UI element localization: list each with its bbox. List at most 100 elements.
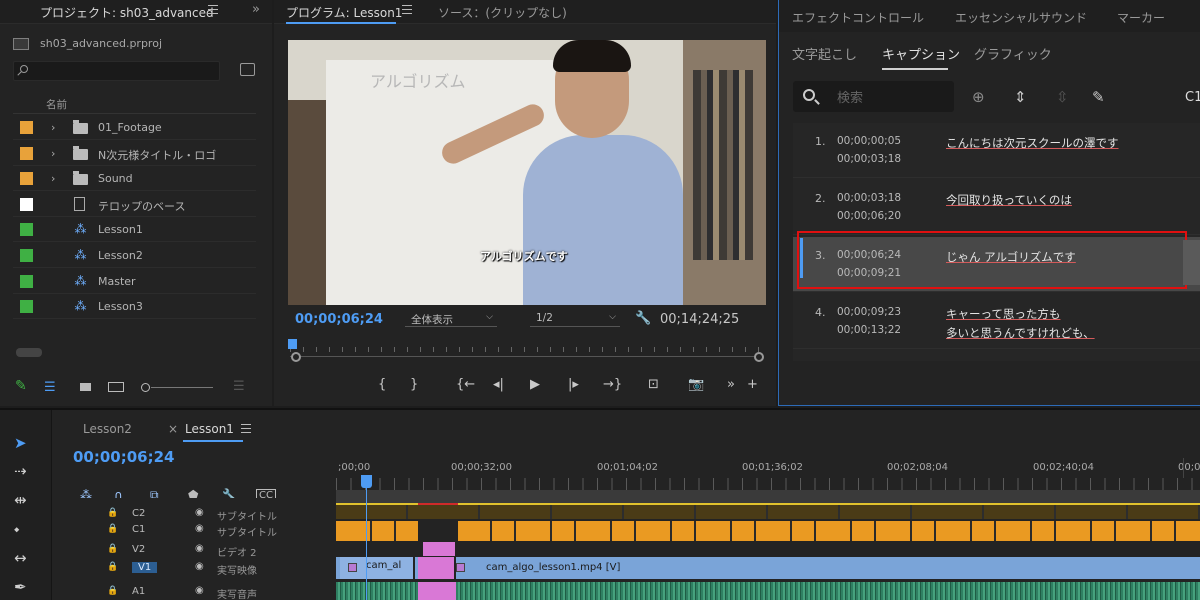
- slip-tool-icon[interactable]: ↔: [14, 549, 27, 567]
- track-id[interactable]: V2: [132, 544, 145, 555]
- zoom-slider-track[interactable]: [151, 387, 213, 388]
- project-search-input[interactable]: [13, 61, 220, 81]
- chevron-right-icon[interactable]: ›: [51, 147, 55, 160]
- label-color-swatch[interactable]: [20, 300, 33, 314]
- mark-in-icon[interactable]: {: [378, 377, 386, 392]
- wrench-icon[interactable]: 🔧: [635, 311, 651, 326]
- program-playhead[interactable]: [288, 339, 297, 349]
- track-id[interactable]: A1: [132, 586, 145, 597]
- label-color-swatch[interactable]: [20, 274, 33, 288]
- track-header[interactable]: 🔒 V2 ◉ ビデオ 2: [55, 542, 336, 560]
- label-color-swatch[interactable]: [20, 197, 33, 211]
- lock-icon[interactable]: 🔒: [107, 586, 118, 596]
- caption-text[interactable]: こんにちは次元スクールの澤です: [946, 134, 1119, 153]
- caption-row[interactable]: 1. 00;00;00;05 00;00;03;18 こんにちは次元スクールの澤です: [793, 123, 1200, 178]
- timeline-zoom-handle[interactable]: [1183, 458, 1200, 478]
- add-button-icon[interactable]: +: [747, 377, 758, 392]
- pencil-icon[interactable]: ✎: [15, 378, 27, 394]
- time-ruler[interactable]: ;00;00 00;00;32;00 00;01;04;02 00;01;36;02 0…: [336, 450, 1200, 490]
- project-item[interactable]: ⁂ Lesson2: [13, 243, 256, 268]
- track-header[interactable]: 🔒 A1 ◉ 実写音声: [55, 584, 336, 600]
- label-color-swatch[interactable]: [20, 172, 33, 186]
- zoom-handle-right[interactable]: [754, 352, 764, 362]
- track-id[interactable]: V1: [132, 562, 158, 573]
- step-back-icon[interactable]: ◂|: [493, 377, 504, 392]
- camera-icon[interactable]: 📷: [688, 377, 704, 392]
- caption-text[interactable]: 今回取り扱っていくのは: [946, 191, 1072, 210]
- safe-margins-icon[interactable]: ⊡: [648, 377, 659, 392]
- overflow-icon[interactable]: »: [727, 377, 735, 392]
- tab-essential-sound[interactable]: エッセンシャルサウンド: [955, 9, 1087, 26]
- caption-text[interactable]: キャーって思った方も 多いと思うんですけれども、: [946, 305, 1095, 343]
- project-item[interactable]: ⁂ Lesson3: [13, 294, 256, 320]
- sort-icon[interactable]: ☰: [233, 379, 245, 394]
- track-select-tool-icon[interactable]: ⇢: [14, 462, 27, 480]
- panel-overflow-icon[interactable]: »: [252, 2, 260, 17]
- icon-view-icon[interactable]: [80, 383, 91, 391]
- go-to-in-icon[interactable]: {←: [456, 377, 475, 392]
- lock-icon[interactable]: 🔒: [107, 544, 118, 554]
- tab-graphics[interactable]: グラフィック: [974, 44, 1052, 63]
- step-forward-icon[interactable]: |▸: [568, 377, 579, 392]
- freeform-view-icon[interactable]: [108, 382, 124, 392]
- source-tab[interactable]: ソース：(クリップなし): [438, 4, 567, 21]
- zoom-slider-handle[interactable]: [141, 383, 150, 392]
- tab-lesson2[interactable]: Lesson2: [83, 422, 132, 436]
- go-to-out-icon[interactable]: →}: [603, 377, 622, 392]
- lock-icon[interactable]: 🔒: [107, 508, 118, 518]
- tab-effect-controls[interactable]: エフェクトコントロール: [792, 9, 924, 26]
- merge-caption-icon[interactable]: ⇳: [1056, 88, 1069, 106]
- program-time-ruler[interactable]: [290, 338, 760, 353]
- tab-transcript[interactable]: 文字起こし: [792, 44, 857, 63]
- project-item[interactable]: ⁂ Lesson1: [13, 217, 256, 243]
- mark-out-icon[interactable]: }: [410, 377, 418, 392]
- play-icon[interactable]: ▶: [530, 377, 540, 392]
- project-menu-icon[interactable]: [208, 5, 218, 14]
- razor-tool-icon[interactable]: ⬩: [14, 520, 19, 538]
- edit-caption-icon[interactable]: ✎: [1092, 88, 1105, 106]
- label-color-swatch[interactable]: [20, 146, 33, 160]
- ripple-edit-tool-icon[interactable]: ⇹: [14, 491, 27, 509]
- program-zoom-bar[interactable]: [290, 356, 760, 364]
- program-timecode[interactable]: 00;00;06;24: [295, 312, 383, 327]
- eye-icon[interactable]: ◉: [195, 543, 204, 554]
- track-id[interactable]: C2: [132, 508, 145, 519]
- eye-icon[interactable]: ◉: [195, 523, 204, 534]
- project-item[interactable]: › N次元様タイトル・ロゴ: [13, 141, 256, 166]
- label-color-swatch[interactable]: [20, 223, 33, 237]
- project-item[interactable]: テロップのベース: [13, 192, 256, 217]
- program-menu-icon[interactable]: [402, 5, 412, 14]
- pen-tool-icon[interactable]: ✒: [14, 578, 27, 596]
- caption-search-input[interactable]: 検索: [793, 81, 954, 112]
- track-header[interactable]: 🔒 C1 ◉ サブタイトル: [55, 522, 336, 540]
- caption-row[interactable]: 4. 00;00;09;23 00;00;13;22 キャーって思った方も 多いと思うん…: [793, 294, 1200, 349]
- project-scrollbar[interactable]: [16, 348, 42, 357]
- timeline-timecode[interactable]: 00;00;06;24: [73, 448, 175, 466]
- add-caption-icon[interactable]: ⊕: [972, 88, 985, 106]
- fit-select[interactable]: 全体表示 ⌵: [405, 310, 497, 327]
- chevron-right-icon[interactable]: ›: [51, 172, 55, 185]
- lock-icon[interactable]: 🔒: [107, 562, 118, 572]
- resolution-select[interactable]: 1/2 ⌵: [530, 310, 620, 327]
- selection-tool-icon[interactable]: ➤: [14, 434, 27, 452]
- split-caption-icon[interactable]: ⇕: [1014, 88, 1027, 106]
- lock-icon[interactable]: 🔒: [107, 524, 118, 534]
- program-tab[interactable]: プログラム: Lesson1: [286, 4, 402, 21]
- zoom-handle-left[interactable]: [291, 352, 301, 362]
- tab-captions[interactable]: キャプション: [882, 44, 960, 63]
- track-header[interactable]: 🔒 V1 ◉ 実写映像: [55, 560, 336, 578]
- program-video-frame[interactable]: アルゴリズム アルゴリズムです: [288, 40, 766, 305]
- eye-icon[interactable]: ◉: [195, 561, 204, 572]
- list-view-icon[interactable]: ☰: [44, 380, 56, 395]
- chevron-right-icon[interactable]: ›: [51, 121, 55, 134]
- eye-icon[interactable]: ◉: [195, 507, 204, 518]
- close-icon[interactable]: ×: [168, 422, 178, 436]
- label-color-swatch[interactable]: [20, 121, 33, 134]
- timeline-menu-icon[interactable]: [241, 424, 251, 433]
- project-column-header[interactable]: 名前: [13, 94, 256, 114]
- tab-markers[interactable]: マーカー: [1117, 9, 1165, 26]
- project-tab[interactable]: プロジェクト: sh03_advanced: [40, 4, 214, 21]
- tab-lesson1[interactable]: Lesson1: [185, 422, 234, 436]
- caption-row[interactable]: 2. 00;00;03;18 00;00;06;20 今回取り扱っていくのは: [793, 180, 1200, 235]
- project-item[interactable]: › Sound: [13, 166, 256, 192]
